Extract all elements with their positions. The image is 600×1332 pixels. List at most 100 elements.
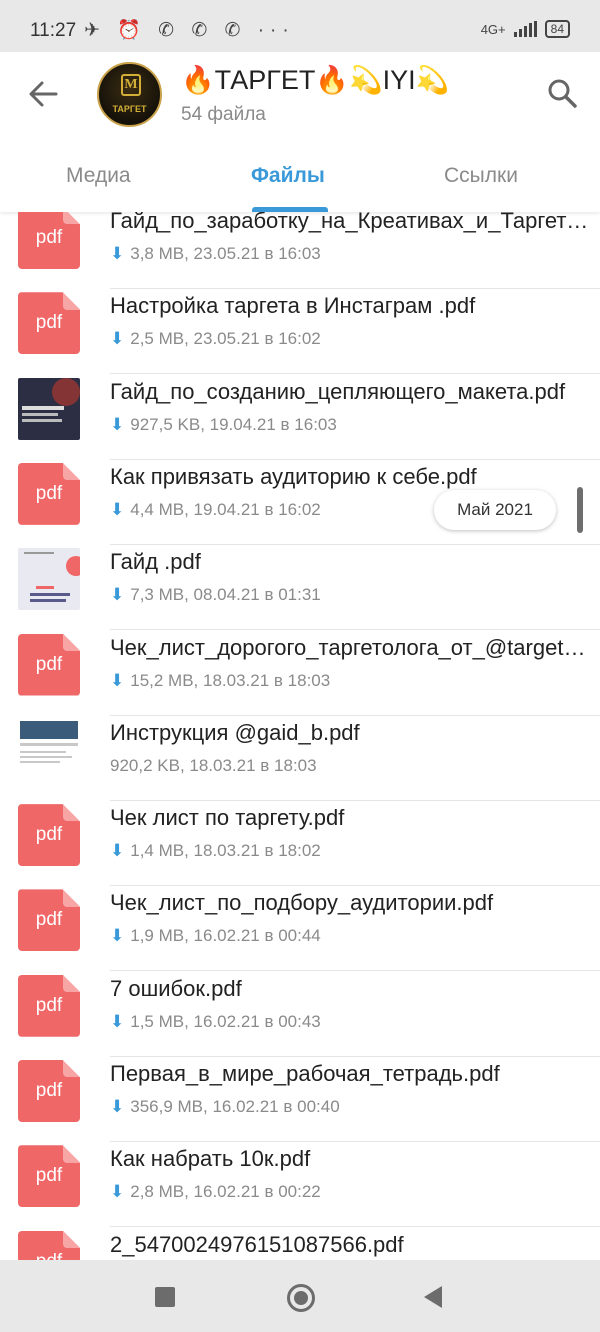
file-meta: ⬇ 2,8 MB, 16.02.21 в 00:22 xyxy=(110,1182,321,1202)
file-size-date: 927,5 KB, 19.04.21 в 16:03 xyxy=(130,414,337,434)
pdf-file-icon[interactable]: pdf xyxy=(18,1230,80,1260)
tab-media[interactable]: Медиа xyxy=(66,164,131,188)
file-row[interactable]: pdf Чек_лист_дорогого_таргетолога_от_@tar… xyxy=(0,631,600,716)
file-meta: ⬇ 1,9 MB, 16.02.21 в 00:44 xyxy=(110,926,321,946)
file-name: Чек лист по таргету.pdf xyxy=(110,805,345,831)
date-chip: Май 2021 xyxy=(434,490,556,530)
file-size-date: 15,2 MB, 18.03.21 в 18:03 xyxy=(130,670,331,690)
pdf-file-icon[interactable]: pdf xyxy=(18,1060,80,1122)
file-meta: 920,2 KB, 18.03.21 в 18:03 xyxy=(110,756,317,776)
file-preview-thumbnail[interactable] xyxy=(18,548,80,611)
file-name: 7 ошибок.pdf xyxy=(110,975,242,1001)
system-nav-bar xyxy=(0,1260,600,1332)
file-row[interactable]: pdf 2_5470024976151087566.pdf xyxy=(0,1228,600,1260)
file-meta: ⬇ 927,5 KB, 19.04.21 в 16:03 xyxy=(110,415,337,435)
avatar-label: ТАРГЕТ xyxy=(112,104,147,114)
tab-files[interactable]: Файлы xyxy=(251,164,325,188)
tab-bar: Медиа Файлы Ссылки xyxy=(0,154,600,212)
back-arrow-icon[interactable] xyxy=(26,77,60,111)
file-meta: ⬇ 3,8 MB, 23.05.21 в 16:03 xyxy=(110,244,321,264)
file-name: Чек_лист_по_подбору_аудитории.pdf xyxy=(110,890,494,916)
file-size-date: 356,9 MB, 16.02.21 в 00:40 xyxy=(130,1097,340,1116)
pdf-file-icon[interactable]: pdf xyxy=(18,804,80,867)
file-row[interactable]: pdf Первая_в_мире_рабочая_тетрадь.pdf ⬇ 356… xyxy=(0,1057,600,1142)
battery-icon: 84 xyxy=(544,20,570,38)
pdf-file-icon[interactable]: pdf xyxy=(18,462,80,525)
download-arrow-icon[interactable]: ⬇ xyxy=(110,1182,124,1201)
home-icon[interactable] xyxy=(287,1284,315,1312)
pdf-icon-label: pdf xyxy=(35,312,63,334)
back-icon[interactable] xyxy=(424,1286,442,1308)
download-arrow-icon[interactable]: ⬇ xyxy=(110,841,124,860)
scrollbar[interactable] xyxy=(577,487,583,533)
file-name: Чек_лист_дорогого_таргетолога_от_@target… xyxy=(110,634,590,660)
search-icon[interactable] xyxy=(545,76,579,110)
file-row[interactable]: pdf 7 ошибок.pdf ⬇ 1,5 MB, 16.02.21 в 00:43 xyxy=(0,972,600,1057)
file-size-date: 2,5 MB, 23.05.21 в 16:02 xyxy=(130,329,321,349)
file-row[interactable]: pdf Чек лист по таргету.pdf ⬇ 1,4 MB, 18.03… xyxy=(0,801,600,887)
file-meta: ⬇ 1,5 MB, 16.02.21 в 00:43 xyxy=(110,1012,321,1032)
notification-icons: ✈ ⏰ ✆ ✆ ✆ ··· xyxy=(84,20,295,41)
file-meta: ⬇ 1,4 MB, 18.03.21 в 18:02 xyxy=(110,841,321,861)
pdf-file-icon[interactable]: pdf xyxy=(18,212,80,269)
download-arrow-icon[interactable]: ⬇ xyxy=(110,926,124,945)
download-arrow-icon[interactable]: ⬇ xyxy=(110,500,124,519)
file-row[interactable]: pdf Гайд_по_заработку_на_Креативах_и_Тарг… xyxy=(0,212,600,289)
download-arrow-icon[interactable]: ⬇ xyxy=(110,244,124,263)
download-arrow-icon[interactable]: ⬇ xyxy=(110,1012,124,1031)
file-name: Настройка таргета в Инстаграм .pdf xyxy=(110,293,476,319)
file-meta: ⬇ 7,3 MB, 08.04.21 в 01:31 xyxy=(110,585,321,605)
file-row[interactable]: Гайд_по_созданию_цепляющего_макета.pdf ⬇ 9… xyxy=(0,375,600,460)
file-preview-thumbnail[interactable] xyxy=(18,377,80,440)
pdf-icon-label: pdf xyxy=(35,1165,63,1187)
recents-icon[interactable] xyxy=(155,1287,175,1307)
pdf-file-icon[interactable]: pdf xyxy=(18,1145,80,1208)
pdf-file-icon[interactable]: pdf xyxy=(18,889,80,952)
avatar[interactable]: M ТАРГЕТ xyxy=(97,62,162,127)
download-arrow-icon[interactable]: ⬇ xyxy=(110,585,124,604)
status-right: 4G+ 84 xyxy=(481,20,570,38)
pdf-file-icon[interactable]: pdf xyxy=(18,292,80,355)
file-name: Как привязать аудиторию к себе.pdf xyxy=(110,463,477,489)
signal-icon xyxy=(513,21,537,37)
file-name: Как набрать 10к.pdf xyxy=(110,1146,311,1172)
pdf-icon-label: pdf xyxy=(35,909,63,931)
pdf-icon-label: pdf xyxy=(35,824,63,846)
file-meta: ⬇ 4,4 MB, 19.04.21 в 16:02 xyxy=(110,500,321,520)
file-row[interactable]: Инструкция @gaid_b.pdf 920,2 KB, 18.03.21… xyxy=(0,716,600,801)
chat-title[interactable]: 🔥ТАРГЕТ🔥💫IYI💫 xyxy=(181,64,449,96)
file-row[interactable]: pdf Настройка таргета в Инстаграм .pdf ⬇ 2,… xyxy=(0,289,600,375)
file-size-date: 7,3 MB, 08.04.21 в 01:31 xyxy=(130,585,321,605)
file-name: Первая_в_мире_рабочая_тетрадь.pdf xyxy=(110,1061,500,1086)
file-name: Гайд_по_созданию_цепляющего_макета.pdf xyxy=(110,378,566,404)
file-size-date: 3,8 MB, 23.05.21 в 16:03 xyxy=(130,244,321,263)
logo-mark: M xyxy=(121,74,141,96)
file-row[interactable]: pdf Как набрать 10к.pdf ⬇ 2,8 MB, 16.02.21 … xyxy=(0,1142,600,1228)
file-row[interactable]: pdf Чек_лист_по_подбору_аудитории.pdf ⬇ 1,9… xyxy=(0,886,600,972)
file-name: Инструкция @gaid_b.pdf xyxy=(110,719,360,745)
pdf-icon-label: pdf xyxy=(35,994,63,1016)
pdf-icon-label: pdf xyxy=(35,653,63,675)
network-label: 4G+ xyxy=(480,21,506,37)
file-size-date: 920,2 KB, 18.03.21 в 18:03 xyxy=(110,755,317,775)
pdf-file-icon[interactable]: pdf xyxy=(18,974,80,1037)
pdf-icon-label: pdf xyxy=(35,1080,63,1101)
download-arrow-icon[interactable]: ⬇ xyxy=(110,415,124,434)
file-preview-thumbnail[interactable] xyxy=(18,718,80,781)
download-arrow-icon[interactable]: ⬇ xyxy=(110,671,124,690)
file-row[interactable]: Гайд .pdf ⬇ 7,3 MB, 08.04.21 в 01:31 xyxy=(0,545,600,631)
file-list[interactable]: pdf Гайд_по_заработку_на_Креативах_и_Тарг… xyxy=(0,212,600,1260)
download-arrow-icon[interactable]: ⬇ xyxy=(110,329,124,348)
file-name: 2_5470024976151087566.pdf xyxy=(110,1231,404,1257)
file-meta: ⬇ 15,2 MB, 18.03.21 в 18:03 xyxy=(110,671,330,691)
file-count: 54 файла xyxy=(181,104,266,125)
status-bar: 11:27 ✈ ⏰ ✆ ✆ ✆ ··· 4G+ 84 xyxy=(0,0,600,52)
pdf-file-icon[interactable]: pdf xyxy=(18,633,80,696)
file-name: Гайд .pdf xyxy=(110,549,201,575)
chat-header: M ТАРГЕТ 🔥ТАРГЕТ🔥💫IYI💫 54 файла Медиа Фа… xyxy=(0,52,600,212)
file-meta: ⬇ 2,5 MB, 23.05.21 в 16:02 xyxy=(110,329,321,349)
pdf-icon-label: pdf xyxy=(35,227,63,248)
download-arrow-icon[interactable]: ⬇ xyxy=(110,1097,124,1116)
pdf-icon-label: pdf xyxy=(35,482,63,504)
tab-links[interactable]: Ссылки xyxy=(444,164,518,188)
